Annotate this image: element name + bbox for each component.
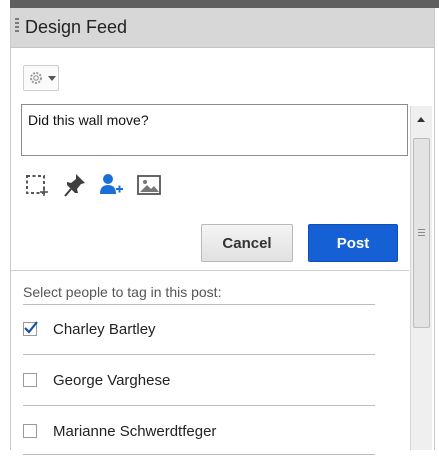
list-item-person[interactable]: Charley Bartley xyxy=(23,304,383,354)
image-icon[interactable] xyxy=(135,171,163,199)
chevron-down-icon xyxy=(48,75,56,81)
vertical-scrollbar[interactable] xyxy=(410,106,432,450)
list-item-person[interactable]: Marianne Schwerdtfeger xyxy=(23,406,383,456)
person-name: Marianne Schwerdtfeger xyxy=(53,422,217,440)
post-text-input[interactable]: Did this wall move? xyxy=(21,104,408,156)
scroll-up-arrow-icon[interactable] xyxy=(417,117,425,122)
tag-people-prompt: Select people to tag in this post: xyxy=(23,284,222,300)
scrollbar-thumb[interactable] xyxy=(413,138,430,328)
window-top-border xyxy=(0,0,439,8)
person-checkbox[interactable] xyxy=(23,424,37,438)
person-name: George Varghese xyxy=(53,371,171,389)
checkmark-icon xyxy=(24,321,38,334)
thumb-grip-icon xyxy=(418,229,425,237)
settings-dropdown-button[interactable] xyxy=(23,65,59,91)
window-left-margin xyxy=(0,0,10,450)
pin-icon[interactable] xyxy=(61,171,89,199)
person-checkbox[interactable] xyxy=(23,373,37,387)
gear-icon xyxy=(30,72,42,84)
list-separator xyxy=(23,454,375,455)
person-name: Charley Bartley xyxy=(53,320,156,338)
tag-person-icon[interactable] xyxy=(97,171,125,199)
design-feed-panel: Design Feed Did this wall move? Cancel P… xyxy=(10,8,435,455)
drag-grip-icon[interactable] xyxy=(15,18,19,34)
list-item-person[interactable]: George Varghese xyxy=(23,355,383,405)
post-button[interactable]: Post xyxy=(308,224,398,262)
region-select-icon[interactable] xyxy=(23,171,51,199)
cancel-button[interactable]: Cancel xyxy=(201,224,293,262)
section-divider xyxy=(11,270,409,271)
panel-title: Design Feed xyxy=(25,17,128,37)
panel-titlebar[interactable]: Design Feed xyxy=(11,8,434,48)
person-checkbox[interactable] xyxy=(23,321,38,336)
